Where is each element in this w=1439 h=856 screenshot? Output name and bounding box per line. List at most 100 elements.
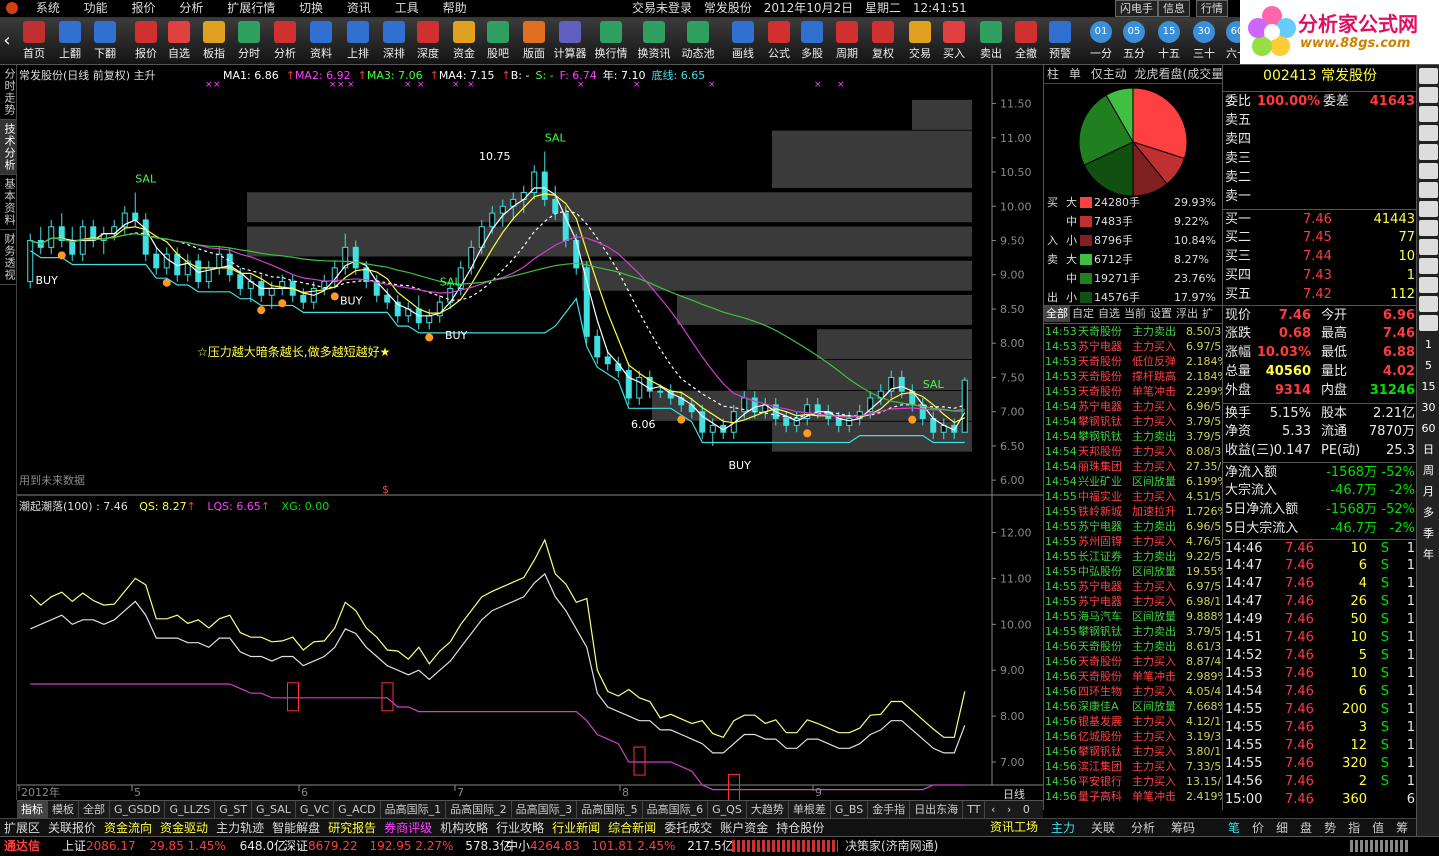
side-tool-icon[interactable]: [1419, 87, 1438, 103]
toolbar-button-5[interactable]: 板指: [197, 20, 231, 62]
filter-tab[interactable]: 当前: [1122, 306, 1148, 322]
radar-row[interactable]: 14:54 苏宁电器 主力买入 6.96/5: [1044, 399, 1223, 414]
tab-fundamental[interactable]: 基本资料: [0, 175, 18, 230]
radar-row[interactable]: 14:56 银基发展 主力买入 4.12/1: [1044, 714, 1223, 729]
indicator-tab[interactable]: G_BS: [831, 801, 869, 818]
indicator-tab[interactable]: G_GSDD: [110, 801, 166, 818]
toolbar-button-18[interactable]: 动态池: [681, 20, 715, 62]
filter-tab[interactable]: 全部: [1044, 306, 1070, 322]
filter-tab[interactable]: 自定: [1070, 306, 1096, 322]
radar-row[interactable]: 14:56天奇股份单笔冲击 2.989%: [1044, 669, 1223, 684]
info-tab[interactable]: 关联: [1083, 819, 1123, 837]
quote-tab[interactable]: 价: [1246, 819, 1270, 837]
bid-row[interactable]: 买四 7.43 1: [1223, 266, 1417, 285]
radar-row[interactable]: 14:56深康佳A 区间放量 7.668%: [1044, 699, 1223, 714]
tab-financial[interactable]: 财务透视: [0, 230, 18, 285]
radar-row[interactable]: 14:54 攀钢钒钛 主力卖出 3.79/5: [1044, 429, 1223, 444]
menu-analysis[interactable]: 分析: [169, 0, 213, 16]
market-button[interactable]: 行情: [1196, 0, 1228, 17]
indicator-tab[interactable]: G_VC: [296, 801, 335, 818]
side-tool-icon[interactable]: [1419, 182, 1438, 198]
toolbar-button-11[interactable]: 深度: [411, 20, 445, 62]
indicator-tab[interactable]: 金手指: [868, 801, 911, 818]
chevron-left-icon[interactable]: ‹: [0, 26, 14, 56]
quote-tab[interactable]: 筹: [1390, 819, 1414, 837]
toolbar-button-17[interactable]: 换资讯: [637, 20, 671, 62]
period-side-button[interactable]: 1: [1417, 334, 1439, 355]
toolbar-button-8[interactable]: 资料: [304, 20, 338, 62]
chevron-right-icon[interactable]: ›: [1007, 803, 1011, 816]
period-side-button[interactable]: 月: [1417, 481, 1439, 502]
radar-row[interactable]: 14:54 丽珠集团 主力买入 27.35/: [1044, 459, 1223, 474]
toolbar-button-13[interactable]: 股吧: [481, 20, 515, 62]
indicator-tab[interactable]: G_LLZS: [165, 801, 216, 818]
flash-trade-button[interactable]: 闪电手: [1115, 0, 1158, 17]
toolbar-button-16[interactable]: 换行情: [594, 20, 628, 62]
toolbar-button-27[interactable]: 全撤: [1009, 20, 1043, 62]
bid-row[interactable]: 买一 7.46 41443: [1223, 209, 1417, 229]
tab-intraday[interactable]: 分时走势: [0, 65, 18, 120]
bid-row[interactable]: 买二 7.45 77: [1223, 228, 1417, 247]
info-link[interactable]: 资金驱动: [156, 819, 212, 837]
radar-row[interactable]: 14:56量子高科单笔冲击 2.419%: [1044, 789, 1223, 804]
indicator-tab[interactable]: 单根差: [789, 801, 831, 818]
info-link[interactable]: 主力轨迹: [212, 819, 268, 837]
radar-row[interactable]: 14:54兴业矿业区间放量 6.199%: [1044, 474, 1223, 489]
indicator-tab[interactable]: 日出东海: [910, 801, 964, 818]
indicator-tab[interactable]: 品高国际_6: [643, 801, 709, 818]
kline-chart[interactable]: 11.50 11.00 10.50 10.00 9.50 9.00 8.50 8.00 7.50…: [17, 65, 1043, 800]
toolbar-button-6[interactable]: 分时: [232, 20, 266, 62]
quote-tab[interactable]: 盘: [1294, 819, 1318, 837]
menu-quote[interactable]: 报价: [122, 0, 166, 16]
toolbar-button-21[interactable]: 多股: [795, 20, 829, 62]
toolbar-button-25[interactable]: 买入: [937, 20, 971, 62]
side-tool-icon[interactable]: [1419, 277, 1438, 293]
info-link[interactable]: 研究报告: [324, 819, 380, 837]
indicator-tab[interactable]: 模板: [48, 801, 79, 818]
toolbar-button-31[interactable]: 15 十五: [1152, 20, 1186, 62]
radar-row[interactable]: 14:55 苏州固锝 主力买入 4.76/5: [1044, 534, 1223, 549]
period-side-button[interactable]: 15: [1417, 376, 1439, 397]
toolbar-button-28[interactable]: 预警: [1043, 20, 1077, 62]
info-link[interactable]: 行业新闻: [548, 819, 604, 837]
toolbar-button-7[interactable]: 分析: [268, 20, 302, 62]
period-side-button[interactable]: 季: [1417, 523, 1439, 544]
toolbar-button-20[interactable]: 公式: [762, 20, 796, 62]
index-zx[interactable]: 中小4264.83 101.81 2.45% 217.5亿: [506, 837, 734, 856]
side-tool-icon[interactable]: [1419, 201, 1438, 217]
toolbar-button-29[interactable]: 01 一分: [1084, 20, 1118, 62]
radar-row[interactable]: 14:55 长江证券 主力卖出 9.22/5: [1044, 549, 1223, 564]
filter-tab[interactable]: 浮出: [1174, 306, 1200, 322]
toolbar-button-10[interactable]: 深排: [377, 20, 411, 62]
toolbar-button-1[interactable]: 上翻: [53, 20, 87, 62]
radar-row[interactable]: 14:54 攀钢钒钛 主力买入 3.79/5: [1044, 414, 1223, 429]
indicator-tab[interactable]: G_SAL: [252, 801, 296, 818]
indicator-tab[interactable]: G_QS: [708, 801, 747, 818]
menu-switch[interactable]: 切换: [289, 0, 333, 16]
radar-row[interactable]: 14:56 平安银行 主力买入 13.15/: [1044, 774, 1223, 789]
radar-row[interactable]: 14:56 滨江集团 主力买入 7.33/5: [1044, 759, 1223, 774]
toolbar-button-22[interactable]: 周期: [830, 20, 864, 62]
filter-tab[interactable]: 设置: [1148, 306, 1174, 322]
radar-row[interactable]: 14:56 天奇股份 主力卖出 8.61/3: [1044, 639, 1223, 654]
period-side-button[interactable]: 周: [1417, 460, 1439, 481]
info-link[interactable]: 账户资金: [716, 819, 772, 837]
indicator-tab[interactable]: G_ST: [215, 801, 253, 818]
toolbar-button-2[interactable]: 下翻: [88, 20, 122, 62]
radar-row[interactable]: 14:54 天邦股份 主力买入 8.08/3: [1044, 444, 1223, 459]
toolbar-button-15[interactable]: 计算器: [553, 20, 587, 62]
side-tool-icon[interactable]: [1419, 220, 1438, 236]
quote-tab[interactable]: 细: [1270, 819, 1294, 837]
menu-help[interactable]: 帮助: [433, 0, 477, 16]
info-link[interactable]: 关联报价: [44, 819, 100, 837]
indicator-tab[interactable]: 品高国际_2: [446, 801, 512, 818]
chevron-left-icon[interactable]: ‹: [991, 803, 995, 816]
radar-row[interactable]: 14:53天奇股份单笔冲击 2.299%: [1044, 384, 1223, 399]
info-link[interactable]: 智能解盘: [268, 819, 324, 837]
indicator-tab[interactable]: 指标: [17, 801, 48, 818]
index-sh[interactable]: 上证2086.17 29.85 1.45% 648.0亿: [62, 837, 286, 856]
info-workshop[interactable]: 资讯工场: [990, 818, 1042, 836]
side-tool-icon[interactable]: [1419, 296, 1438, 312]
radar-row[interactable]: 14:55 苏宁电器 主力买入 6.98/1: [1044, 594, 1223, 609]
ask-row[interactable]: 卖一: [1223, 187, 1417, 206]
